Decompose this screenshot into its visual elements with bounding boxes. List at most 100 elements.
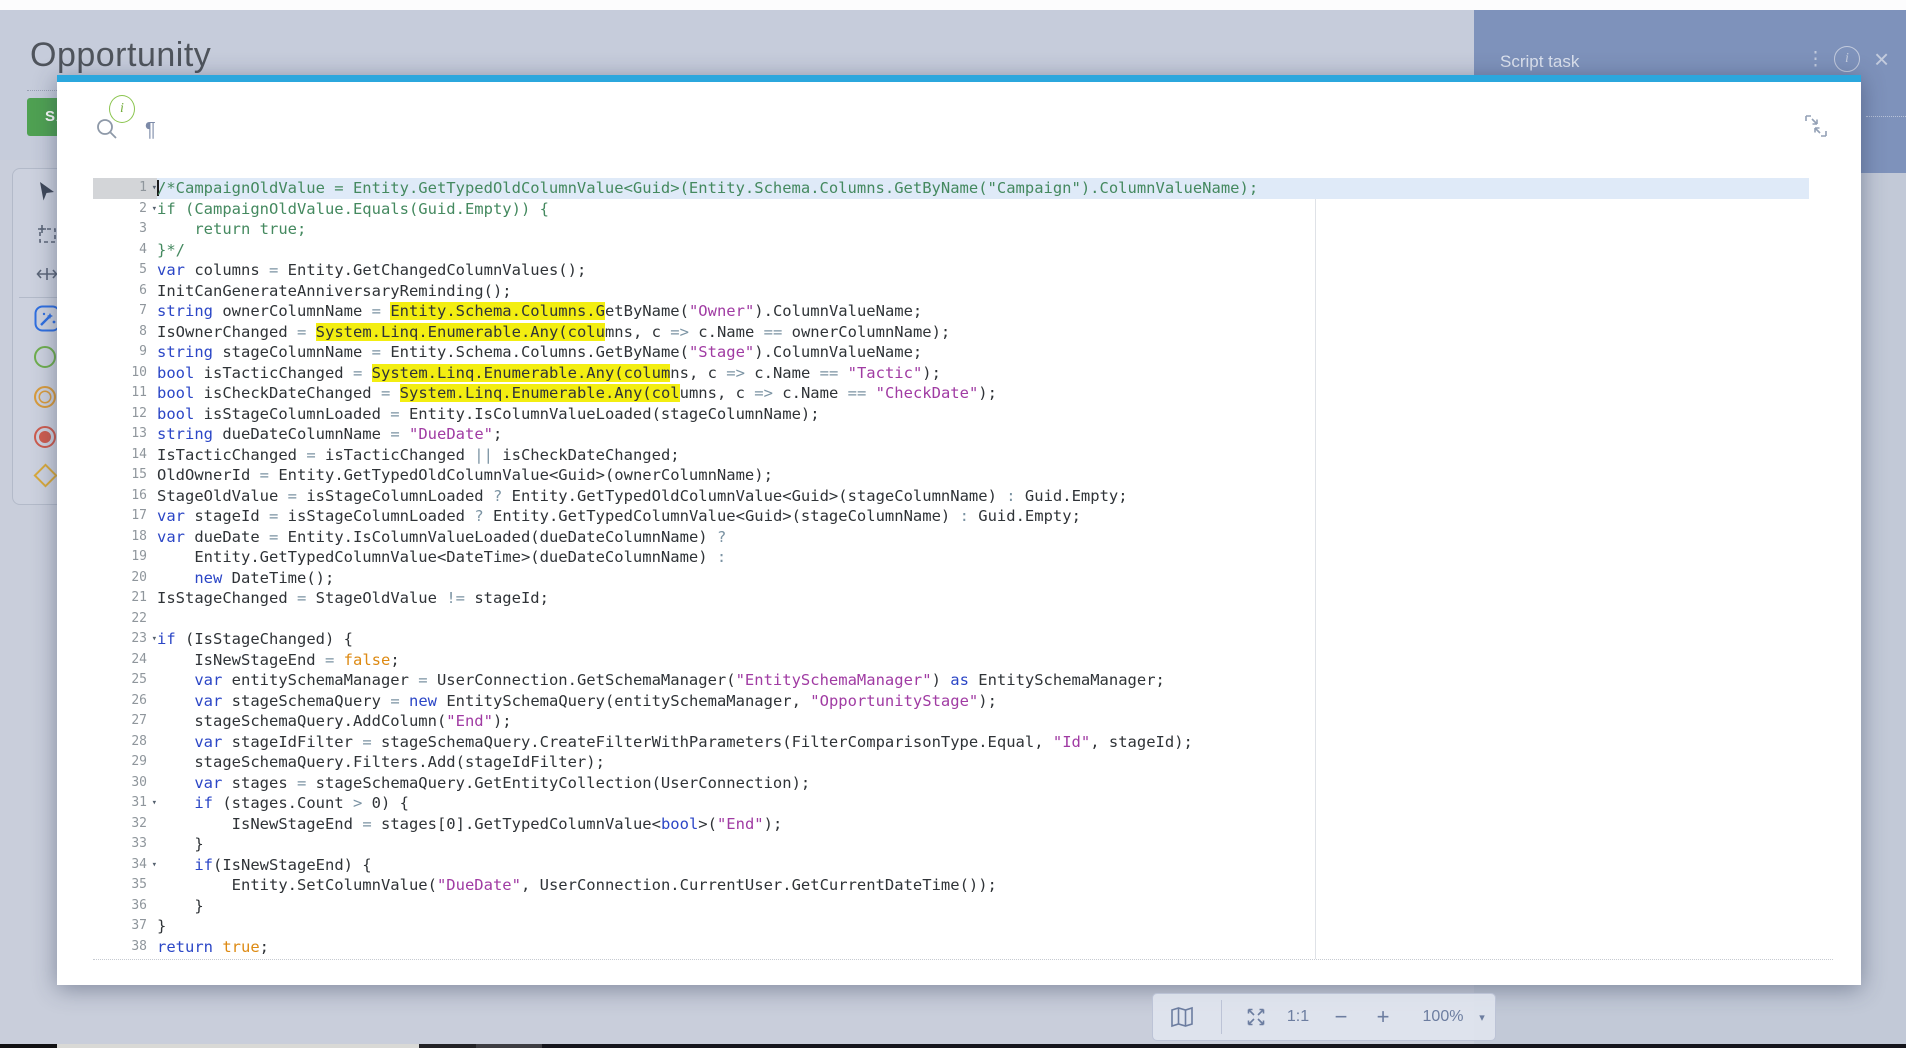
line-number: 23▾ bbox=[93, 629, 157, 650]
line-number: 19 bbox=[93, 547, 157, 568]
fold-arrow-icon[interactable]: ▾ bbox=[152, 793, 157, 814]
code-line[interactable]: 20 new DateTime(); bbox=[93, 568, 1809, 589]
code-line[interactable]: 4}*/ bbox=[93, 240, 1809, 261]
code-text: if (IsStageChanged) { bbox=[157, 630, 353, 648]
code-text: stageSchemaQuery.Filters.Add(stageIdFilt… bbox=[157, 753, 605, 771]
line-number: 15 bbox=[93, 465, 157, 486]
code-line[interactable]: 10bool isTacticChanged = System.Linq.Enu… bbox=[93, 363, 1809, 384]
code-line[interactable]: 25 var entitySchemaManager = UserConnect… bbox=[93, 670, 1809, 691]
code-text: } bbox=[157, 897, 204, 915]
code-line[interactable]: 12bool isStageColumnLoaded = Entity.IsCo… bbox=[93, 404, 1809, 425]
code-line[interactable]: 16StageOldValue = isStageColumnLoaded ? … bbox=[93, 486, 1809, 507]
code-line-body: Entity.SetColumnValue("DueDate", UserCon… bbox=[157, 875, 1809, 896]
line-number: 26 bbox=[93, 691, 157, 712]
fold-arrow-icon[interactable]: ▾ bbox=[152, 855, 157, 876]
code-line[interactable]: 9string stageColumnName = Entity.Schema.… bbox=[93, 342, 1809, 363]
minimap-icon[interactable] bbox=[1153, 1006, 1211, 1028]
fold-arrow-icon[interactable]: ▾ bbox=[152, 178, 157, 199]
code-line[interactable]: 34▾ if(IsNewStageEnd) { bbox=[93, 855, 1809, 876]
pilcrow-icon[interactable]: ¶ bbox=[145, 119, 156, 142]
code-text: IsStageChanged = StageOldValue != stageI… bbox=[157, 589, 549, 607]
code-line[interactable]: 35 Entity.SetColumnValue("DueDate", User… bbox=[93, 875, 1809, 896]
fold-arrow-icon[interactable]: ▾ bbox=[152, 199, 157, 220]
code-line[interactable]: 11bool isCheckDateChanged = System.Linq.… bbox=[93, 383, 1809, 404]
code-line[interactable]: 5var columns = Entity.GetChangedColumnVa… bbox=[93, 260, 1809, 281]
code-text: IsOwnerChanged = System.Linq.Enumerable.… bbox=[157, 323, 950, 341]
code-line[interactable]: 21IsStageChanged = StageOldValue != stag… bbox=[93, 588, 1809, 609]
code-line[interactable]: 36 } bbox=[93, 896, 1809, 917]
code-line[interactable]: 19 Entity.GetTypedColumnValue<DateTime>(… bbox=[93, 547, 1809, 568]
code-line[interactable]: 17var stageId = isStageColumnLoaded ? En… bbox=[93, 506, 1809, 527]
code-line[interactable]: 8IsOwnerChanged = System.Linq.Enumerable… bbox=[93, 322, 1809, 343]
line-number: 4 bbox=[93, 240, 157, 261]
bottom-edge-segment bbox=[542, 1044, 1906, 1048]
fit-screen-icon[interactable] bbox=[1236, 1007, 1276, 1027]
code-line-body: stageSchemaQuery.AddColumn("End"); bbox=[157, 711, 1809, 732]
zoom-in-button[interactable]: + bbox=[1362, 1004, 1404, 1030]
script-editor-modal: i ¶ 1▾/*CampaignOldValue = Entity.GetTyp… bbox=[57, 75, 1861, 985]
actual-size-button[interactable]: 1:1 bbox=[1276, 1008, 1320, 1026]
line-number: 16 bbox=[93, 486, 157, 507]
code-line-body: /*CampaignOldValue = Entity.GetTypedOldC… bbox=[157, 178, 1809, 199]
search-highlight: System.Linq.Enumerable.Any(colu bbox=[316, 323, 605, 341]
editor-divider bbox=[1315, 199, 1316, 959]
code-line-body: } bbox=[157, 916, 1809, 937]
close-icon[interactable]: × bbox=[1874, 44, 1889, 75]
info-icon[interactable]: i bbox=[1834, 46, 1860, 72]
code-line[interactable]: 24 IsNewStageEnd = false; bbox=[93, 650, 1809, 671]
code-line-body: var stageIdFilter = stageSchemaQuery.Cre… bbox=[157, 732, 1809, 753]
code-line-body: IsNewStageEnd = false; bbox=[157, 650, 1809, 671]
zoom-caret-icon[interactable]: ▾ bbox=[1474, 1011, 1490, 1024]
code-line[interactable]: 37} bbox=[93, 916, 1809, 937]
editor-info-icon[interactable]: i bbox=[109, 95, 135, 123]
code-line[interactable]: 33 } bbox=[93, 834, 1809, 855]
code-line[interactable]: 26 var stageSchemaQuery = new EntitySche… bbox=[93, 691, 1809, 712]
code-line-body: stageSchemaQuery.Filters.Add(stageIdFilt… bbox=[157, 752, 1809, 773]
line-number: 34▾ bbox=[93, 855, 157, 876]
code-line[interactable]: 38return true; bbox=[93, 937, 1809, 958]
code-line[interactable]: 3 return true; bbox=[93, 219, 1809, 240]
collapse-icon[interactable] bbox=[1805, 115, 1827, 137]
code-line[interactable]: 15OldOwnerId = Entity.GetTypedOldColumnV… bbox=[93, 465, 1809, 486]
kebab-menu-icon[interactable]: ⋮ bbox=[1806, 48, 1825, 71]
code-line[interactable]: 30 var stages = stageSchemaQuery.GetEnti… bbox=[93, 773, 1809, 794]
line-number: 3 bbox=[93, 219, 157, 240]
line-number: 6 bbox=[93, 281, 157, 302]
zoom-level-value[interactable]: 100% bbox=[1412, 1008, 1474, 1026]
code-line[interactable]: 27 stageSchemaQuery.AddColumn("End"); bbox=[93, 711, 1809, 732]
line-number: 31▾ bbox=[93, 793, 157, 814]
line-number: 32 bbox=[93, 814, 157, 835]
line-number: 25 bbox=[93, 670, 157, 691]
code-text: OldOwnerId = Entity.GetTypedOldColumnVal… bbox=[157, 466, 773, 484]
code-line[interactable]: 1▾/*CampaignOldValue = Entity.GetTypedOl… bbox=[93, 178, 1809, 199]
code-line[interactable]: 13string dueDateColumnName = "DueDate"; bbox=[93, 424, 1809, 445]
code-text: } bbox=[157, 835, 204, 853]
code-line[interactable]: 32 IsNewStageEnd = stages[0].GetTypedCol… bbox=[93, 814, 1809, 835]
code-line-body: return true; bbox=[157, 937, 1809, 958]
code-line[interactable]: 18var dueDate = Entity.IsColumnValueLoad… bbox=[93, 527, 1809, 548]
code-line[interactable]: 31▾ if (stages.Count > 0) { bbox=[93, 793, 1809, 814]
code-line-body: bool isCheckDateChanged = System.Linq.En… bbox=[157, 383, 1809, 404]
code-text: bool isCheckDateChanged = System.Linq.En… bbox=[157, 384, 997, 402]
code-line-body: var stages = stageSchemaQuery.GetEntityC… bbox=[157, 773, 1809, 794]
code-line[interactable]: 2▾if (CampaignOldValue.Equals(Guid.Empty… bbox=[93, 199, 1809, 220]
code-line[interactable]: 6InitCanGenerateAnniversaryReminding(); bbox=[93, 281, 1809, 302]
code-line-body: string ownerColumnName = Entity.Schema.C… bbox=[157, 301, 1809, 322]
line-number: 20 bbox=[93, 568, 157, 589]
code-line[interactable]: 23▾if (IsStageChanged) { bbox=[93, 629, 1809, 650]
code-text: InitCanGenerateAnniversaryReminding(); bbox=[157, 282, 512, 300]
code-text: if (stages.Count > 0) { bbox=[157, 794, 409, 812]
code-line[interactable]: 14IsTacticChanged = isTacticChanged || i… bbox=[93, 445, 1809, 466]
zoom-out-button[interactable]: − bbox=[1320, 1004, 1362, 1030]
code-line[interactable]: 29 stageSchemaQuery.Filters.Add(stageIdF… bbox=[93, 752, 1809, 773]
line-number: 28 bbox=[93, 732, 157, 753]
code-editor[interactable]: 1▾/*CampaignOldValue = Entity.GetTypedOl… bbox=[93, 178, 1809, 957]
code-line[interactable]: 7string ownerColumnName = Entity.Schema.… bbox=[93, 301, 1809, 322]
code-line[interactable]: 22 bbox=[93, 609, 1809, 630]
code-line[interactable]: 28 var stageIdFilter = stageSchemaQuery.… bbox=[93, 732, 1809, 753]
fold-arrow-icon[interactable]: ▾ bbox=[152, 629, 157, 650]
code-text: if(IsNewStageEnd) { bbox=[157, 856, 372, 874]
editor-bottom-dotted bbox=[93, 959, 1833, 960]
bottom-edge-segment bbox=[476, 1044, 542, 1048]
code-text: IsNewStageEnd = stages[0].GetTypedColumn… bbox=[157, 815, 782, 833]
